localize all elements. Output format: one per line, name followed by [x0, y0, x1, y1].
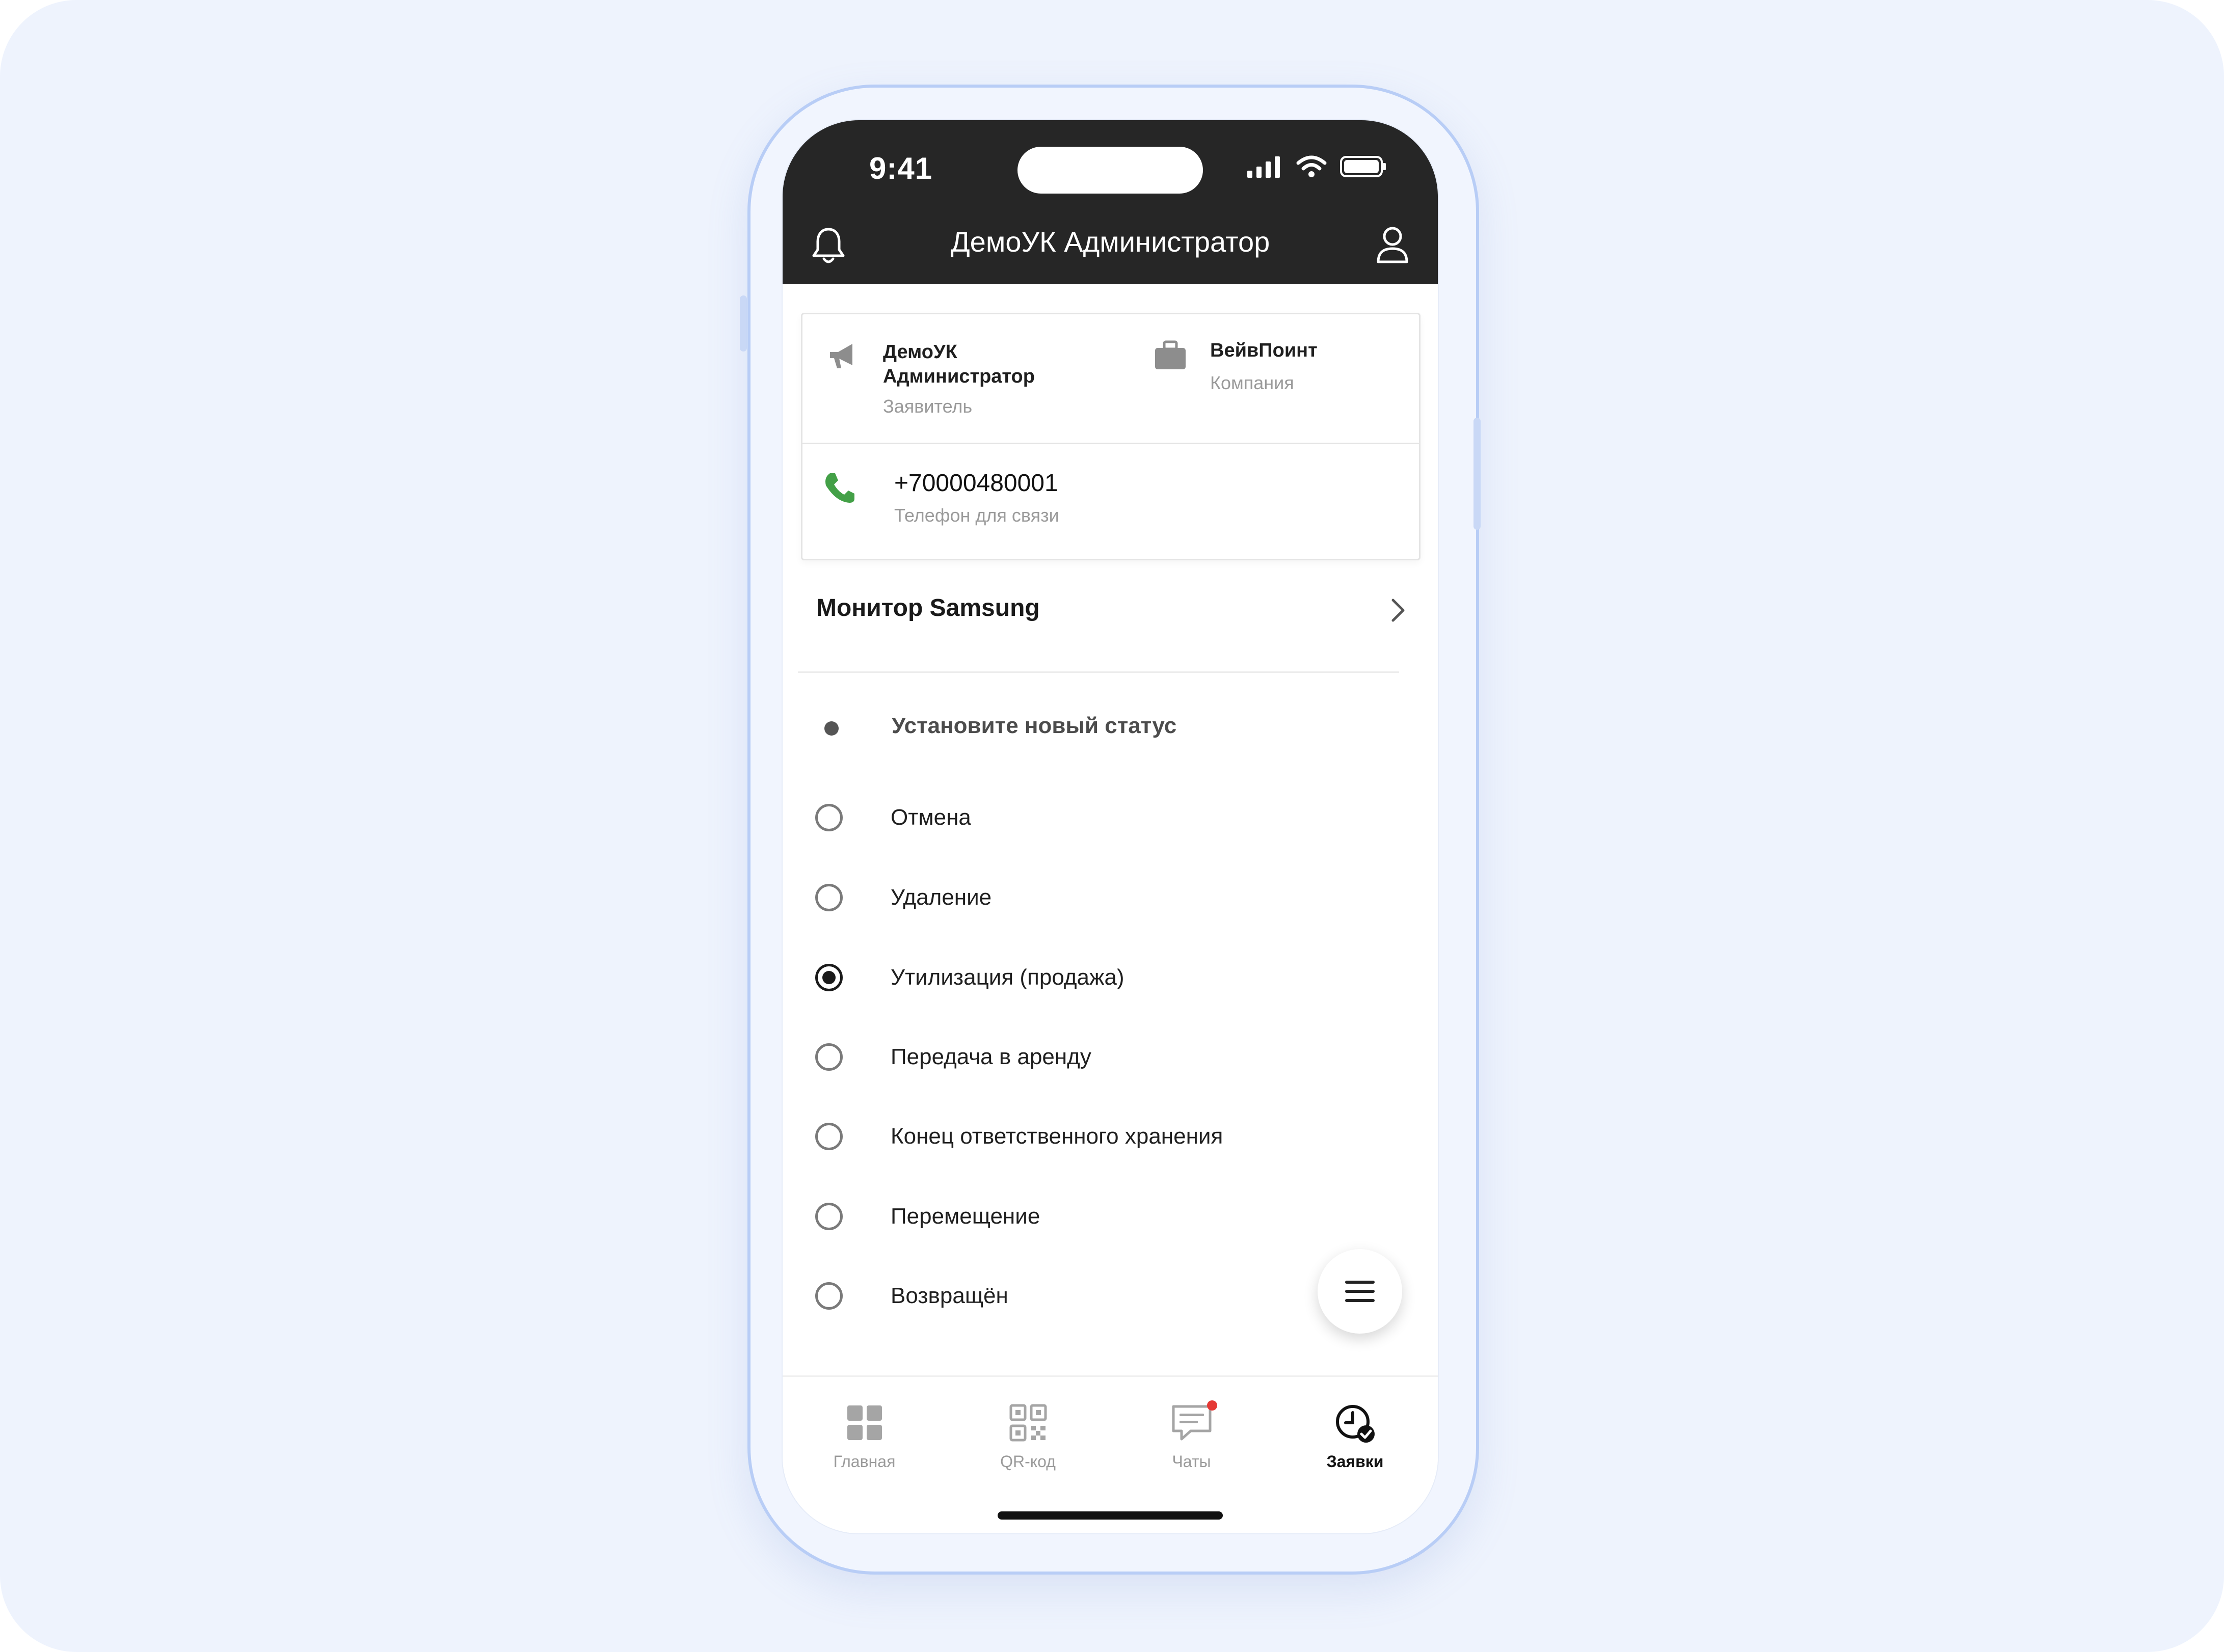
- phone-side-button: [740, 295, 747, 351]
- status-option[interactable]: Удаление: [783, 869, 1438, 930]
- status-option[interactable]: Отмена: [783, 789, 1438, 850]
- chevron-right-icon: [1391, 599, 1405, 622]
- status-icons: [1246, 155, 1387, 178]
- status-option-label: Перемещение: [891, 1204, 1040, 1229]
- nav-item-qr[interactable]: QR-код: [946, 1402, 1110, 1471]
- status-option-label: Конец ответственного хранения: [891, 1124, 1223, 1149]
- grid-icon-wrap: [783, 1402, 946, 1448]
- nav-label: Главная: [833, 1452, 896, 1471]
- qr-icon-wrap: [946, 1402, 1110, 1448]
- phone-label: Телефон для связи: [894, 505, 1059, 526]
- cellular-signal-icon: [1247, 156, 1280, 178]
- request-info-card: ДемоУК Администратор Заявитель ВейвПоинт…: [801, 313, 1421, 560]
- nav-label: Чаты: [1172, 1452, 1211, 1471]
- status-option-label: Удаление: [891, 885, 992, 910]
- section-divider: [798, 671, 1399, 673]
- chat-icon-wrap: [1110, 1400, 1273, 1448]
- radio-button[interactable]: [815, 1282, 843, 1310]
- card-divider: [802, 443, 1419, 444]
- status-option[interactable]: Утилизация (продажа): [783, 949, 1438, 1010]
- phone-screen: 9:41 ДемоУК Администратор ДемоУК Админис…: [783, 120, 1438, 1533]
- user-icon[interactable]: [1376, 225, 1409, 264]
- status-option-label: Возвращён: [891, 1283, 1008, 1308]
- status-option-label: Утилизация (продажа): [891, 965, 1124, 990]
- grid-icon: [847, 1405, 882, 1440]
- nav-item-home[interactable]: Главная: [783, 1402, 946, 1471]
- phone-icon[interactable]: [823, 471, 856, 505]
- status-option-label: Передача в аренду: [891, 1044, 1091, 1069]
- radio-button[interactable]: [815, 804, 843, 831]
- radio-button[interactable]: [815, 1203, 843, 1230]
- device-name: Монитор Samsung: [816, 594, 1040, 621]
- phone-number[interactable]: +70000480001: [894, 469, 1058, 497]
- requests-clock-icon: [1335, 1405, 1375, 1443]
- megaphone-icon: [830, 344, 852, 368]
- status-heading: Установите новый статус: [892, 713, 1177, 738]
- nav-label: Заявки: [1326, 1452, 1384, 1471]
- unread-badge: [1207, 1400, 1217, 1411]
- bottom-navigation: Главная QR-код Чаты Заявки: [783, 1375, 1438, 1533]
- radio-button[interactable]: [815, 1123, 843, 1150]
- applicant-role: Заявитель: [883, 396, 973, 417]
- menu-fab-button[interactable]: [1318, 1249, 1402, 1334]
- nav-item-chats[interactable]: Чаты: [1110, 1400, 1273, 1471]
- wifi-icon: [1296, 155, 1327, 177]
- menu-icon: [1345, 1281, 1375, 1302]
- phone-side-button: [1473, 418, 1481, 530]
- home-indicator: [998, 1511, 1223, 1520]
- company-role: Компания: [1210, 372, 1294, 393]
- status-time: 9:41: [869, 151, 933, 185]
- briefcase-icon: [1155, 340, 1186, 369]
- nav-label: QR-код: [1000, 1452, 1056, 1471]
- device-row[interactable]: Монитор Samsung: [801, 594, 1417, 660]
- battery-icon: [1340, 156, 1386, 177]
- company-name: ВейвПоинт: [1210, 340, 1318, 361]
- status-option[interactable]: Передача в аренду: [783, 1028, 1438, 1089]
- radio-button[interactable]: [815, 1043, 843, 1071]
- status-option[interactable]: Конец ответственного хранения: [783, 1107, 1438, 1169]
- nav-item-requests[interactable]: Заявки: [1273, 1402, 1437, 1471]
- applicant-name: ДемоУК Администратор: [883, 341, 1035, 387]
- background-canvas: 9:41 ДемоУК Администратор ДемоУК Админис…: [0, 0, 2224, 1652]
- chat-icon: [1172, 1405, 1211, 1441]
- app-header: 9:41 ДемоУК Администратор: [783, 120, 1438, 284]
- qr-code-icon: [1009, 1404, 1047, 1442]
- status-option[interactable]: Перемещение: [783, 1187, 1438, 1249]
- radio-button[interactable]: [815, 884, 843, 911]
- header-title: ДемоУК Администратор: [950, 226, 1270, 258]
- status-option-label: Отмена: [891, 805, 971, 830]
- dynamic-island: [1017, 147, 1203, 194]
- requests-icon-wrap: [1273, 1402, 1437, 1448]
- radio-button-selected[interactable]: [815, 964, 843, 991]
- status-bullet: [824, 721, 839, 736]
